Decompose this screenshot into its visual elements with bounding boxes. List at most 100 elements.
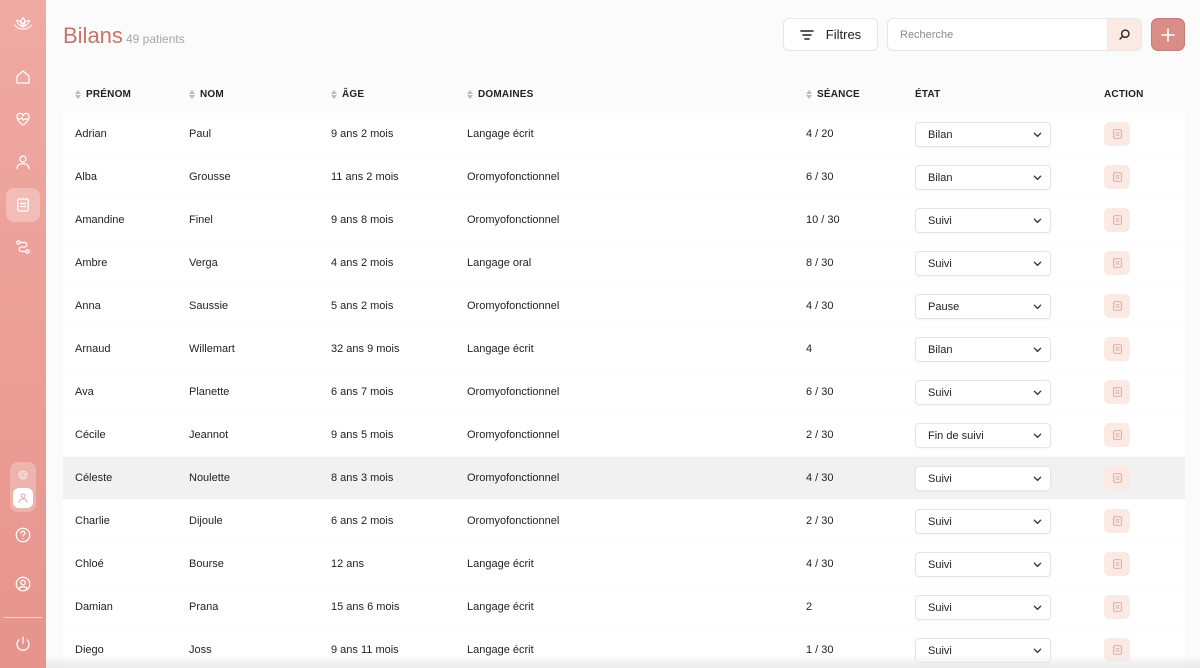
table-row[interactable]: Arnaud Willemart 32 ans 9 mois Langage é… [63,328,1185,370]
cell-nom: Paul [189,128,212,140]
settings-icon[interactable] [13,465,33,485]
etat-select[interactable]: Bilan [915,122,1051,147]
etat-select[interactable]: Pause [915,294,1051,319]
etat-value: Bilan [928,344,953,356]
etat-select[interactable]: Suivi [915,466,1051,491]
cell-domaine: Langage écrit [467,601,534,613]
table-row[interactable]: Damian Prana 15 ans 6 mois Langage écrit… [63,586,1185,628]
open-bilan-button[interactable] [1104,165,1130,189]
etat-select[interactable]: Bilan [915,165,1051,190]
sidebar-item-home[interactable] [6,60,40,94]
cell-seance: 4 / 20 [806,128,834,140]
open-bilan-button[interactable] [1104,380,1130,404]
cell-prenom: Charlie [75,515,110,527]
power-icon [16,636,30,651]
table-row[interactable]: Ava Planette 6 ans 7 mois Oromyofonction… [63,371,1185,413]
cell-seance: 2 [806,601,813,613]
document-icon [1112,301,1122,311]
table-row[interactable]: Cécile Jeannot 9 ans 5 mois Oromyofoncti… [63,414,1185,456]
search-icon [1118,29,1130,40]
table-row[interactable]: Adrian Paul 9 ans 2 mois Langage écrit 4… [63,113,1185,155]
search-button[interactable] [1107,19,1141,50]
sidebar-divider [4,617,42,618]
document-icon [1112,215,1122,225]
chevron-down-icon [1033,390,1042,396]
open-bilan-button[interactable] [1104,208,1130,232]
cell-prenom: Amandine [75,214,125,226]
cell-nom: Saussie [189,300,229,312]
sidebar-item-account[interactable] [6,567,40,601]
sidebar-item-help[interactable] [6,518,40,552]
sidebar-item-workflow[interactable] [6,230,40,264]
etat-value: Suivi [928,258,952,270]
user-icon[interactable] [13,488,33,508]
etat-value: Bilan [928,129,953,141]
document-icon [1112,344,1122,354]
column-header-etat: ÉTAT [915,89,941,100]
column-header-nom[interactable]: NOM [189,89,224,100]
etat-value: Fin de suivi [928,430,984,442]
sort-icon [806,90,812,99]
cell-age: 8 ans 3 mois [331,472,394,484]
etat-value: Pause [928,301,960,313]
table-row[interactable]: Chloé Bourse 12 ans Langage écrit 4 / 30… [63,543,1185,585]
table-row[interactable]: Céleste Noulette 8 ans 3 mois Oromyofonc… [63,457,1185,499]
cell-seance: 2 / 30 [806,429,834,441]
table-row[interactable]: Anna Saussie 5 ans 2 mois Oromyofonction… [63,285,1185,327]
etat-select[interactable]: Suivi [915,380,1051,405]
cell-prenom: Adrian [75,128,107,140]
cell-domaine: Langage écrit [467,128,534,140]
chevron-down-icon [1033,175,1042,181]
etat-value: Bilan [928,172,953,184]
search-input[interactable] [888,19,1108,50]
table-row[interactable]: Amandine Finel 9 ans 8 mois Oromyofoncti… [63,199,1185,241]
open-bilan-button[interactable] [1104,509,1130,533]
filter-icon [799,29,814,40]
etat-select[interactable]: Fin de suivi [915,423,1051,448]
etat-select[interactable]: Suivi [915,208,1051,233]
cell-age: 4 ans 2 mois [331,257,394,269]
user-icon [16,155,30,170]
column-header-domaines[interactable]: DOMAINES [467,89,534,100]
table-row[interactable]: Alba Grousse 11 ans 2 mois Oromyofonctio… [63,156,1185,198]
column-header-age[interactable]: ÂGE [331,89,364,100]
add-bilan-button[interactable] [1151,18,1185,51]
cell-prenom: Arnaud [75,343,111,355]
cell-age: 9 ans 2 mois [331,128,394,140]
column-header-seance[interactable]: SÉANCE [806,89,860,100]
patient-count: 49 patients [126,32,185,46]
plus-icon [1161,27,1175,42]
cell-prenom: Cécile [75,429,106,441]
cell-nom: Verga [189,257,218,269]
etat-select[interactable]: Suivi [915,509,1051,534]
chevron-down-icon [1033,562,1042,568]
chevron-down-icon [1033,476,1042,482]
open-bilan-button[interactable] [1104,337,1130,361]
filters-button[interactable]: Filtres [783,18,878,51]
etat-select[interactable]: Suivi [915,552,1051,577]
open-bilan-button[interactable] [1104,595,1130,619]
etat-value: Suivi [928,516,952,528]
open-bilan-button[interactable] [1104,294,1130,318]
sidebar-item-health[interactable] [6,102,40,136]
cell-domaine: Oromyofonctionnel [467,429,560,441]
sidebar-item-patients[interactable] [6,145,40,179]
etat-select[interactable]: Bilan [915,337,1051,362]
open-bilan-button[interactable] [1104,122,1130,146]
etat-select[interactable]: Suivi [915,251,1051,276]
document-icon [1112,387,1122,397]
cell-domaine: Oromyofonctionnel [467,472,560,484]
open-bilan-button[interactable] [1104,552,1130,576]
open-bilan-button[interactable] [1104,251,1130,275]
column-header-prenom[interactable]: PRÉNOM [75,89,131,100]
chevron-down-icon [1033,261,1042,267]
table-row[interactable]: Ambre Verga 4 ans 2 mois Langage oral 8 … [63,242,1185,284]
sidebar-item-logout[interactable] [6,627,40,661]
theme-toggle[interactable] [10,462,36,512]
etat-select[interactable]: Suivi [915,595,1051,620]
cell-domaine: Langage oral [467,257,532,269]
table-row[interactable]: Charlie Dijoule 6 ans 2 mois Oromyofonct… [63,500,1185,542]
open-bilan-button[interactable] [1104,423,1130,447]
open-bilan-button[interactable] [1104,466,1130,490]
sidebar-item-bilans[interactable] [6,188,40,222]
